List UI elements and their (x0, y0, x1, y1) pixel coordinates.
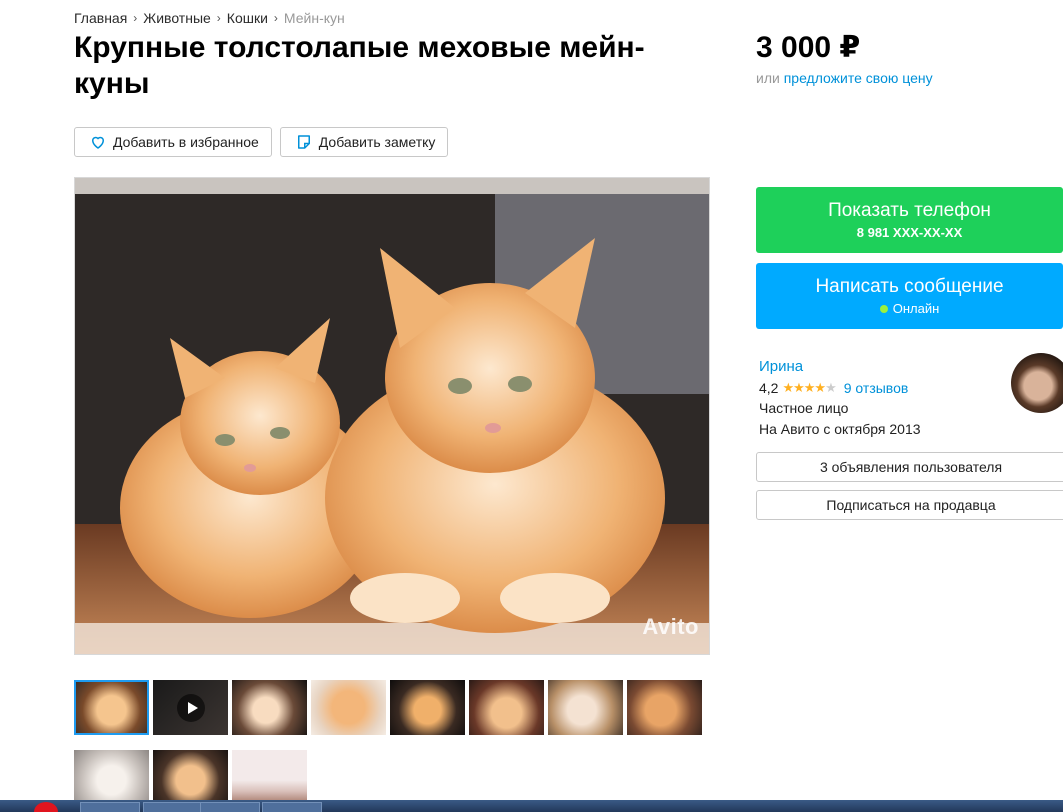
seller-since: На Авито с октября 2013 (759, 420, 921, 437)
taskbar (0, 800, 1063, 812)
note-icon (297, 135, 310, 149)
seller-info: Ирина 4,2 ★★★★★ 9 отзывов Частное лицо Н… (759, 356, 921, 439)
add-note-label: Добавить заметку (318, 134, 436, 150)
price-offer-prefix: или (756, 70, 780, 86)
listing-actions: Добавить в избранное Добавить заметку (74, 127, 449, 157)
breadcrumb-home[interactable]: Главная (74, 10, 127, 26)
avito-watermark: Avito (642, 614, 699, 639)
video-thumbnail[interactable] (153, 680, 228, 735)
taskbar-app-button[interactable] (80, 802, 140, 812)
thumbnail[interactable] (74, 680, 149, 735)
thumbnail[interactable] (74, 750, 149, 805)
thumbnail[interactable] (232, 680, 307, 735)
online-dot-icon (879, 304, 888, 313)
taskbar-app-button[interactable] (143, 802, 203, 812)
kittens-photo (75, 178, 709, 654)
add-favorite-button[interactable]: Добавить в избранное (74, 127, 272, 157)
thumbnail[interactable] (627, 680, 702, 735)
main-photo[interactable]: Avito (74, 177, 710, 655)
heart-icon (91, 136, 105, 149)
add-note-button[interactable]: Добавить заметку (279, 127, 449, 157)
avatar[interactable] (1011, 353, 1063, 413)
star-rating-icon: ★★★★★ (782, 379, 836, 395)
breadcrumb-cats[interactable]: Кошки (227, 10, 268, 26)
show-phone-button[interactable]: Показать телефон 8 981 XXX-XX-XX (756, 187, 1063, 253)
write-message-label: Написать сообщение (815, 276, 1004, 297)
thumbnail[interactable] (469, 680, 544, 735)
online-label: Онлайн (892, 301, 940, 316)
thumbnail-strip (74, 680, 714, 805)
breadcrumb: Главная › Животные › Кошки › Мейн-кун (74, 10, 345, 26)
online-status: Онлайн (756, 301, 1063, 316)
seller-rating: 4,2 ★★★★★ 9 отзывов (759, 378, 921, 399)
price: 3 000 ₽ (756, 31, 861, 64)
show-phone-label: Показать телефон (828, 200, 991, 221)
thumbnail[interactable] (311, 680, 386, 735)
seller-name[interactable]: Ирина (759, 358, 803, 375)
chevron-right-icon: › (273, 11, 278, 25)
chevron-right-icon: › (133, 11, 138, 25)
page-title: Крупные толстолапые меховые мейн-куны (74, 31, 645, 100)
offer-price-link[interactable]: предложите свою цену (784, 70, 933, 86)
reviews-link[interactable]: 9 отзывов (844, 378, 909, 399)
thumbnail[interactable] (548, 680, 623, 735)
thumbnail[interactable] (232, 750, 307, 805)
opera-icon[interactable] (34, 802, 58, 812)
user-ads-button[interactable]: 3 объявления пользователя (756, 452, 1063, 482)
thumbnail[interactable] (390, 680, 465, 735)
breadcrumb-animals[interactable]: Животные (143, 10, 211, 26)
phone-number: 8 981 XXX-XX-XX (856, 225, 963, 240)
write-message-button[interactable]: Написать сообщение Онлайн (756, 263, 1063, 329)
play-icon (176, 693, 205, 722)
breadcrumb-current: Мейн-кун (283, 10, 345, 26)
price-offer: или предложите свою цену (756, 70, 933, 86)
seller-type: Частное лицо (759, 400, 849, 416)
thumbnail[interactable] (153, 750, 228, 805)
taskbar-app-button[interactable] (200, 802, 260, 812)
add-favorite-label: Добавить в избранное (113, 134, 259, 150)
subscribe-seller-button[interactable]: Подписаться на продавца (756, 490, 1063, 520)
taskbar-app-button[interactable] (262, 802, 322, 812)
chevron-right-icon: › (216, 11, 221, 25)
rating-value: 4,2 (759, 379, 779, 396)
